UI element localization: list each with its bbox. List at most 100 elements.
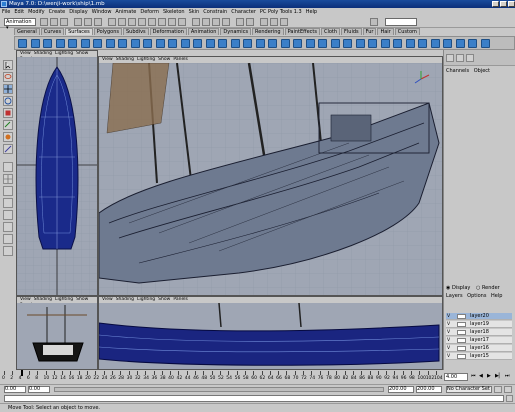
snap-plane-icon[interactable] <box>222 18 230 26</box>
go-to-end-icon[interactable]: ⏭ <box>505 373 510 379</box>
shelf-tool-icon[interactable] <box>218 39 227 48</box>
scale-tool-icon[interactable] <box>3 108 13 118</box>
channel-box-toggle-icon[interactable] <box>446 54 454 62</box>
menu-item[interactable]: Modify <box>26 8 47 16</box>
options-menu[interactable]: Options <box>467 293 486 299</box>
shelf-tool-icon[interactable] <box>30 39 40 48</box>
layer-visibility-toggle[interactable]: V <box>447 329 455 335</box>
layer-row[interactable]: Vlayer20 <box>446 313 512 320</box>
menu-item[interactable]: Create <box>47 8 68 16</box>
mask-curves-icon[interactable] <box>128 18 136 26</box>
persp-outliner-layout-icon[interactable] <box>3 222 13 232</box>
mask-rendering-icon[interactable] <box>168 18 176 26</box>
persp-graph-layout-icon[interactable] <box>3 186 13 196</box>
object-tab[interactable]: Object <box>474 68 490 74</box>
shelf-tab[interactable]: Animation <box>187 28 220 35</box>
shelf-tool-icon[interactable] <box>105 39 115 48</box>
layers-menu[interactable]: Layers <box>446 293 463 299</box>
shelf-tool-icon[interactable] <box>180 39 190 48</box>
shelf-tab[interactable]: Curves <box>40 28 65 35</box>
mask-misc-icon[interactable] <box>178 18 186 26</box>
shelf-tool-icon[interactable] <box>418 39 427 48</box>
shelf-tool-icon[interactable] <box>293 39 302 48</box>
shelf-tool-icon[interactable] <box>243 39 252 48</box>
shelf-tool-icon[interactable] <box>330 39 340 48</box>
shelf-tool-icon[interactable] <box>280 39 290 48</box>
quick-selection-field[interactable] <box>385 18 417 26</box>
mask-deformations-icon[interactable] <box>148 18 156 26</box>
minimize-button[interactable] <box>492 1 499 7</box>
mask-surfaces-icon[interactable] <box>138 18 146 26</box>
shelf-tool-icon[interactable] <box>355 39 365 48</box>
shelf-tool-icon[interactable] <box>443 39 452 48</box>
select-tool-icon[interactable] <box>3 60 13 70</box>
top-view-viewport[interactable] <box>17 57 97 295</box>
shelf-tab[interactable]: PaintEffects <box>284 28 320 35</box>
shelf-tool-icon[interactable] <box>193 39 202 48</box>
play-icon[interactable]: ▶ <box>487 373 491 379</box>
shelf-tab[interactable]: Deformation <box>149 28 187 35</box>
shelf-tool-icon[interactable] <box>93 39 102 48</box>
shelf-tab[interactable]: Hair <box>377 28 394 35</box>
shelf-tool-icon[interactable] <box>305 39 315 48</box>
construction-history-icon[interactable] <box>246 18 254 26</box>
character-set-selector[interactable]: No Character Set <box>446 386 492 393</box>
new-scene-icon[interactable] <box>40 18 48 26</box>
shelf-tab[interactable]: Rendering <box>252 28 284 35</box>
playback-start-field[interactable]: 0.00 <box>28 386 50 393</box>
shelf-tool-icon[interactable] <box>80 39 90 48</box>
menu-item[interactable]: Window <box>90 8 114 16</box>
side-view-viewport[interactable] <box>17 303 97 369</box>
command-input[interactable] <box>4 395 504 402</box>
select-object-icon[interactable] <box>84 18 92 26</box>
outliner-layout-icon[interactable] <box>3 210 13 220</box>
close-button[interactable] <box>508 1 515 7</box>
select-component-icon[interactable] <box>94 18 102 26</box>
help-menu[interactable]: Help <box>491 293 502 299</box>
menu-item[interactable]: Constrain <box>201 8 229 16</box>
lasso-tool-icon[interactable] <box>3 72 13 82</box>
layer-visibility-toggle[interactable]: V <box>447 353 455 359</box>
shelf-tool-icon[interactable] <box>430 39 440 48</box>
menu-item[interactable]: Display <box>67 8 89 16</box>
shelf-tool-icon[interactable] <box>155 39 165 48</box>
layer-row[interactable]: Vlayer16 <box>446 345 512 352</box>
input-field-menu-icon[interactable] <box>370 18 378 26</box>
render-globals-icon[interactable] <box>280 18 288 26</box>
single-perspective-layout-icon[interactable] <box>3 162 13 172</box>
layer-row[interactable]: Vlayer15 <box>446 353 512 360</box>
menu-item[interactable]: Help <box>304 8 319 16</box>
shelf-tool-icon[interactable] <box>68 39 77 48</box>
snap-curve-icon[interactable] <box>202 18 210 26</box>
animation-prefs-icon[interactable] <box>504 386 512 393</box>
shelf-tool-icon[interactable] <box>455 39 465 48</box>
shelf-tool-icon[interactable] <box>318 39 327 48</box>
auto-key-icon[interactable] <box>494 386 502 393</box>
layer-display-type-box[interactable] <box>457 314 466 319</box>
hypershade-layout-icon[interactable] <box>3 198 13 208</box>
layer-row[interactable]: Vlayer17 <box>446 337 512 344</box>
step-forward-icon[interactable]: ▶▏ <box>495 373 503 379</box>
shelf-tool-icon[interactable] <box>205 39 215 48</box>
shelf-tool-icon[interactable] <box>368 39 377 48</box>
move-tool-icon[interactable] <box>3 84 13 94</box>
soft-mod-tool-icon[interactable] <box>3 132 13 142</box>
front-view-viewport[interactable] <box>99 303 442 369</box>
layer-visibility-toggle[interactable]: V <box>447 345 455 351</box>
layer-row[interactable]: Vlayer19 <box>446 321 512 328</box>
shelf-tool-icon[interactable] <box>168 39 177 48</box>
shelf-tool-icon[interactable] <box>143 39 152 48</box>
shelf-tool-icon[interactable] <box>393 39 402 48</box>
menu-set-selector[interactable]: Animation ▾ <box>4 18 36 31</box>
attribute-editor-toggle-icon[interactable] <box>456 54 464 62</box>
shelf-tool-icon[interactable] <box>380 39 390 48</box>
script-editor-layout-icon[interactable] <box>3 246 13 256</box>
save-scene-icon[interactable] <box>60 18 68 26</box>
shelf-tab[interactable]: Polygons <box>93 28 122 35</box>
end-time-field[interactable]: 200.00 <box>416 386 442 393</box>
shelf-tool-icon[interactable] <box>130 39 140 48</box>
snap-grid-icon[interactable] <box>192 18 200 26</box>
layer-display-type-box[interactable] <box>457 346 466 351</box>
layer-row[interactable]: Vlayer18 <box>446 329 512 336</box>
range-bar[interactable] <box>54 387 384 392</box>
